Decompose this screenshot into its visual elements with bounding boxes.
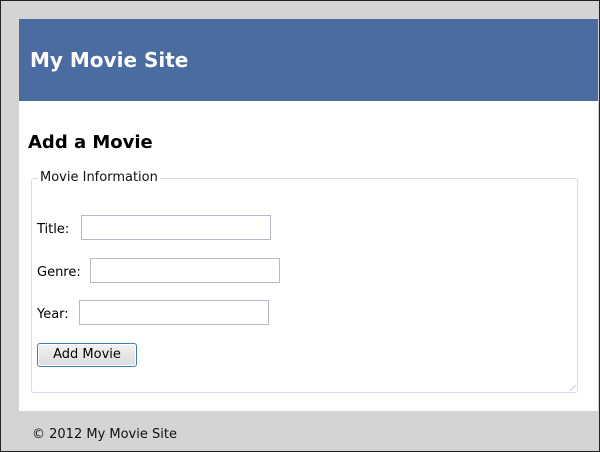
year-input[interactable]	[79, 300, 269, 325]
title-label: Title:	[37, 222, 70, 237]
genre-label: Genre:	[37, 265, 81, 280]
site-header: My Movie Site	[19, 19, 598, 101]
browser-viewport: My Movie Site Add a Movie Movie Informat…	[0, 0, 600, 452]
site-title: My Movie Site	[30, 48, 189, 72]
year-label: Year:	[37, 307, 69, 322]
resize-grip-icon	[570, 385, 576, 391]
genre-input[interactable]	[90, 258, 280, 283]
add-movie-button[interactable]: Add Movie	[37, 343, 137, 367]
footer-copyright: © 2012 My Movie Site	[32, 427, 177, 442]
movie-information-fieldset: Movie Information Title: Genre: Year: Ad…	[31, 170, 578, 393]
page-content: My Movie Site Add a Movie Movie Informat…	[19, 19, 598, 411]
page-title: Add a Movie	[28, 132, 153, 153]
fieldset-legend: Movie Information	[38, 170, 160, 186]
title-input[interactable]	[81, 215, 271, 240]
